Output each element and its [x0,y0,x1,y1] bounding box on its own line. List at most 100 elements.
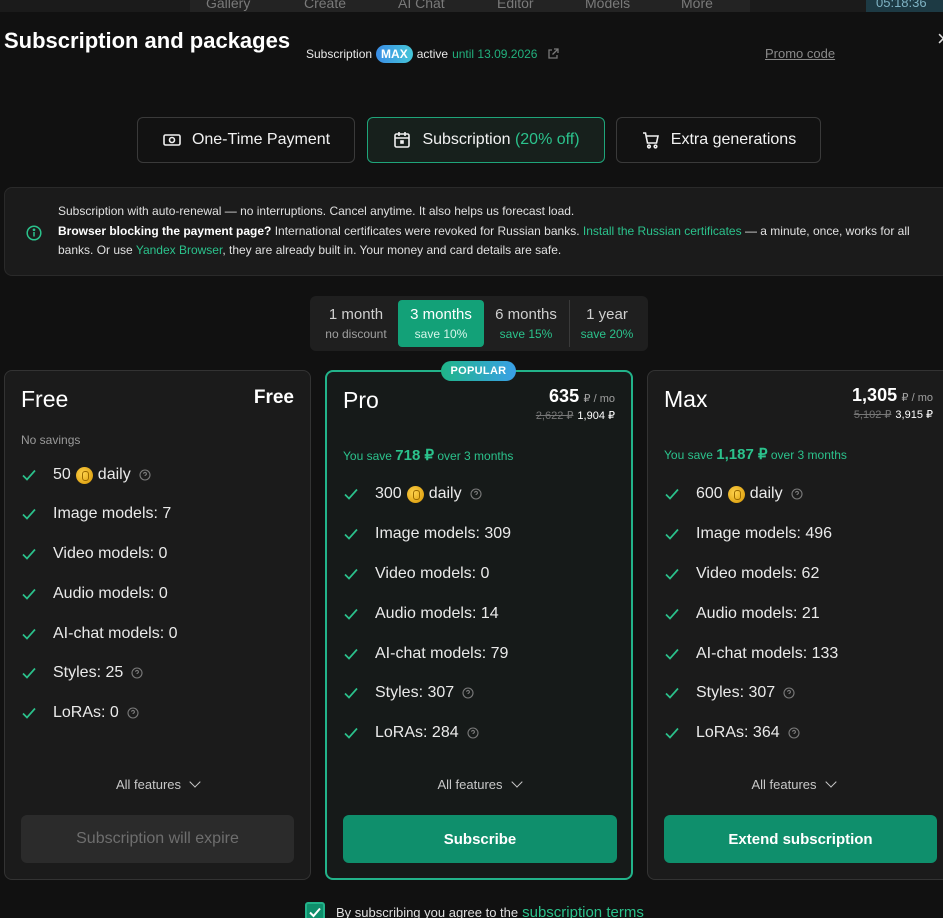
tab-label: Extra generations [670,131,797,148]
feature-video-models: Video models: 62 [664,564,819,584]
all-features-toggle[interactable]: All features [327,776,631,792]
price-unit: ₽ / mo [901,392,933,404]
check-icon [22,707,36,719]
chevron-down-icon [189,776,201,788]
subscription-label: Subscription [306,47,373,61]
feature-text: AI-chat models: 79 [375,645,509,662]
coin-icon [406,485,424,503]
all-features-toggle[interactable]: All features [648,776,938,792]
coin-icon [727,485,745,503]
subscription-expire-button[interactable]: Subscription will expire [21,815,294,863]
help-icon[interactable] [791,488,803,500]
save-amount: 1,187 ₽ [716,446,768,463]
plan-name: Max [664,386,708,412]
plan-price: Free [253,387,294,408]
tab-subscription[interactable]: Subscription (20% off) [367,117,605,163]
all-features-label: All features [437,777,503,792]
all-features-label: All features [751,777,817,792]
cart-icon [642,132,659,149]
nav-item-editor[interactable]: Editor [497,0,534,12]
feature-daily-credits: 300 daily [343,484,482,504]
period-1-month[interactable]: 1 month no discount [314,300,398,347]
yandex-browser-link[interactable]: Yandex Browser [136,243,223,257]
external-link-icon[interactable] [547,48,560,60]
subscription-terms-link[interactable]: subscription terms [522,904,644,918]
chevron-down-icon [824,776,837,788]
check-icon [665,687,679,699]
check-icon [665,568,679,580]
check-icon [344,687,358,699]
save-amount: 718 ₽ [395,447,435,464]
check-icon [22,548,36,560]
feature-ai-chat-models: AI-chat models: 133 [664,644,838,664]
check-icon [22,667,36,679]
check-icon [665,488,679,500]
agree-checkbox[interactable] [305,902,325,918]
info-line-2a: International certificates were revoked … [271,223,583,238]
close-icon[interactable]: × [937,26,943,52]
page-title: Subscription and packages [4,28,291,53]
nav-item-more[interactable]: More [681,0,713,12]
popular-badge: POPULAR [441,361,516,381]
plan-card-free: Free Free No savings 50 daily Image model… [4,370,311,880]
tab-one-time-payment[interactable]: One-Time Payment [137,117,355,163]
all-features-toggle[interactable]: All features [5,776,310,792]
help-icon[interactable] [462,687,474,699]
nav-item-models[interactable]: Models [585,0,630,12]
top-nav-background [190,0,750,12]
save-suffix: over 3 months [437,449,514,463]
feature-styles: Styles: 307 [343,683,474,703]
feature-credits-label: daily [97,466,131,483]
feature-text: Styles: 25 [53,664,124,681]
check-icon [22,469,36,481]
price-unit: ₽ / mo [583,393,615,405]
help-icon[interactable] [467,727,479,739]
check-icon [344,648,358,660]
nav-item-gallery[interactable]: Gallery [206,0,250,12]
help-icon[interactable] [127,707,139,719]
period-save: save 10% [414,327,468,341]
help-icon[interactable] [783,687,795,699]
period-6-months[interactable]: 6 months save 15% [484,300,568,347]
tab-label-text: Subscription [422,131,511,148]
feature-loras: LoRAs: 0 [21,703,139,723]
feature-loras: LoRAs: 284 [343,723,479,743]
period-3-months[interactable]: 3 months save 10% [398,300,484,347]
help-icon[interactable] [470,488,482,500]
feature-text: AI-chat models: 0 [53,625,178,642]
feature-daily-credits: 600 daily [664,484,803,504]
old-price: 5,102 ₽ [853,409,892,421]
feature-text: LoRAs: 364 [696,724,780,741]
feature-ai-chat-models: AI-chat models: 79 [343,644,508,664]
help-icon[interactable] [139,469,151,481]
terms-agreement: By subscribing you agree to the subscrip… [305,902,644,918]
plan-price: 1,305 [852,385,898,405]
payment-mode-tabs: One-Time Payment Subscription (20% off) … [0,117,943,163]
period-1-year[interactable]: 1 year save 20% [570,300,644,347]
help-icon[interactable] [788,727,800,739]
check-icon [665,528,679,540]
subscribe-button[interactable]: Subscribe [343,815,617,863]
check-icon [344,608,358,620]
promo-code-link[interactable]: Promo code [765,46,835,61]
tab-extra-generations[interactable]: Extra generations [616,117,821,163]
nav-item-create[interactable]: Create [304,0,346,12]
all-features-label: All features [115,777,182,792]
help-icon[interactable] [131,667,143,679]
feature-audio-models: Audio models: 14 [343,604,499,624]
extend-subscription-button[interactable]: Extend subscription [664,815,937,863]
nav-item-ai-chat[interactable]: AI Chat [398,0,445,12]
period-save: no discount [325,327,387,341]
plan-card-max: Max 1,305 ₽ / mo 5,102 ₽3,915 ₽ You save… [647,370,943,880]
install-certificates-link[interactable]: Install the Russian certificates [583,224,742,238]
cash-icon [163,134,181,146]
chevron-down-icon [510,776,523,788]
save-prefix: You save [343,449,392,463]
tab-discount: (20% off) [514,131,580,148]
feature-text: LoRAs: 284 [375,724,459,741]
feature-text: Styles: 307 [375,684,455,701]
check-icon [309,907,321,918]
check-icon [22,508,36,520]
period-name: 1 month [328,306,384,323]
feature-text: Video models: 0 [375,565,490,582]
